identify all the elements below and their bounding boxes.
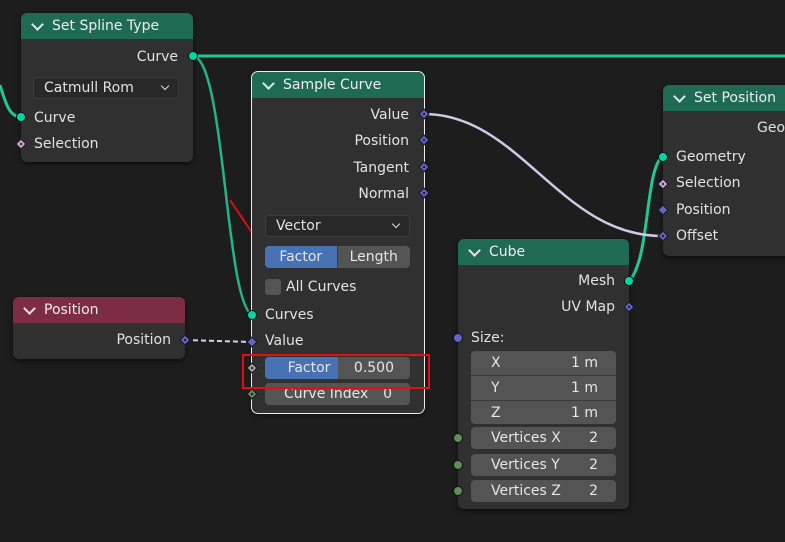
output-normal-label: Normal <box>358 186 409 202</box>
input-selection-label: Selection <box>676 175 741 191</box>
collapse-chevron-icon[interactable] <box>262 76 275 90</box>
size-y-label: Y <box>491 380 500 396</box>
node-title: Cube <box>489 244 526 260</box>
mode-length-button[interactable]: Length <box>336 246 410 268</box>
vertices-z-label: Vertices Z <box>491 483 561 499</box>
size-z-value: 1 m <box>571 405 598 421</box>
spline-type-dropdown[interactable]: Catmull Rom <box>33 77 179 99</box>
vertices-x-value: 2 <box>589 430 598 446</box>
output-position-label: Position <box>354 133 409 149</box>
position-node[interactable]: Position Position <box>13 297 185 359</box>
input-curve-socket[interactable] <box>16 112 26 122</box>
node-editor-canvas[interactable]: Set Spline Type Curve Catmull Rom Curve … <box>0 0 785 542</box>
data-type-dropdown[interactable]: Vector <box>265 215 410 237</box>
vertices-y-field[interactable]: Vertices Y 2 <box>471 454 616 476</box>
output-uvmap-label: UV Map <box>561 299 615 315</box>
all-curves-checkbox[interactable] <box>265 279 281 295</box>
mode-factor-button[interactable]: Factor <box>265 246 337 268</box>
geometry-input-socket[interactable] <box>658 152 668 162</box>
size-x-label: X <box>491 355 501 371</box>
chevron-down-icon <box>391 219 401 229</box>
input-curves-label: Curves <box>265 307 314 323</box>
vertices-y-socket[interactable] <box>453 460 463 470</box>
size-input-socket[interactable] <box>453 333 463 343</box>
size-x-value: 1 m <box>571 355 598 371</box>
cube-node[interactable]: Cube Mesh UV Map Size: X 1 m Y 1 m Z 1 m… <box>458 239 629 509</box>
set-position-node[interactable]: Set Position Geom Geometry Selection Pos… <box>663 85 785 256</box>
sample-curve-header[interactable]: Sample Curve <box>252 72 424 98</box>
output-curve-socket[interactable] <box>188 51 198 61</box>
link-position-to-value <box>184 339 253 343</box>
node-title: Set Position <box>694 90 776 106</box>
output-position-label: Position <box>116 332 171 348</box>
mesh-output-socket[interactable] <box>624 276 634 286</box>
input-offset-label: Offset <box>676 228 719 244</box>
set-spline-type-header[interactable]: Set Spline Type <box>21 13 193 39</box>
output-value-label: Value <box>370 107 409 123</box>
vertices-z-field[interactable]: Vertices Z 2 <box>471 480 616 502</box>
vertices-z-value: 2 <box>589 483 598 499</box>
link-value-to-offset <box>423 112 663 238</box>
all-curves-label: All Curves <box>286 279 357 295</box>
output-mesh-label: Mesh <box>578 273 615 289</box>
output-tangent-label: Tangent <box>353 160 409 176</box>
collapse-chevron-icon[interactable] <box>468 243 481 257</box>
input-geometry-label: Geometry <box>676 149 746 165</box>
collapse-chevron-icon[interactable] <box>23 301 36 315</box>
vertices-z-socket[interactable] <box>453 486 463 496</box>
vertices-y-label: Vertices Y <box>491 457 560 473</box>
cube-header[interactable]: Cube <box>458 239 629 265</box>
size-label: Size: <box>471 330 505 346</box>
vertices-y-value: 2 <box>589 457 598 473</box>
chevron-down-icon <box>160 81 170 91</box>
node-title: Sample Curve <box>283 77 382 93</box>
input-curves-socket[interactable] <box>247 310 257 320</box>
position-header[interactable]: Position <box>13 297 185 323</box>
size-x-field[interactable]: X 1 m <box>471 351 616 376</box>
collapse-chevron-icon[interactable] <box>31 17 44 31</box>
size-y-value: 1 m <box>571 380 598 396</box>
input-curve-label: Curve <box>34 110 76 126</box>
spline-type-value: Catmull Rom <box>44 80 134 96</box>
node-title: Position <box>44 302 99 318</box>
size-z-label: Z <box>491 405 501 421</box>
link-cube-mesh-to-geometry <box>627 155 664 283</box>
mode-toggle[interactable]: Factor Length <box>265 246 410 268</box>
set-position-header[interactable]: Set Position <box>663 85 785 111</box>
vertices-x-socket[interactable] <box>453 433 463 443</box>
size-z-field[interactable]: Z 1 m <box>471 401 616 424</box>
collapse-chevron-icon[interactable] <box>673 89 686 103</box>
input-position-label: Position <box>676 202 731 218</box>
output-geometry-label: Geom <box>757 120 785 136</box>
vertices-x-field[interactable]: Vertices X 2 <box>471 427 616 449</box>
input-selection-label: Selection <box>34 136 99 152</box>
size-y-field[interactable]: Y 1 m <box>471 376 616 401</box>
vertices-x-label: Vertices X <box>491 430 561 446</box>
set-spline-type-node[interactable]: Set Spline Type Curve Catmull Rom Curve … <box>21 13 193 162</box>
factor-highlight-box <box>242 354 430 389</box>
node-title: Set Spline Type <box>52 18 160 34</box>
input-value-label: Value <box>265 333 304 349</box>
link-curve-to-sample-curves <box>192 54 253 317</box>
output-curve-label: Curve <box>136 49 178 65</box>
data-type-value: Vector <box>276 218 321 234</box>
size-vector-field[interactable]: X 1 m Y 1 m Z 1 m <box>471 351 616 424</box>
